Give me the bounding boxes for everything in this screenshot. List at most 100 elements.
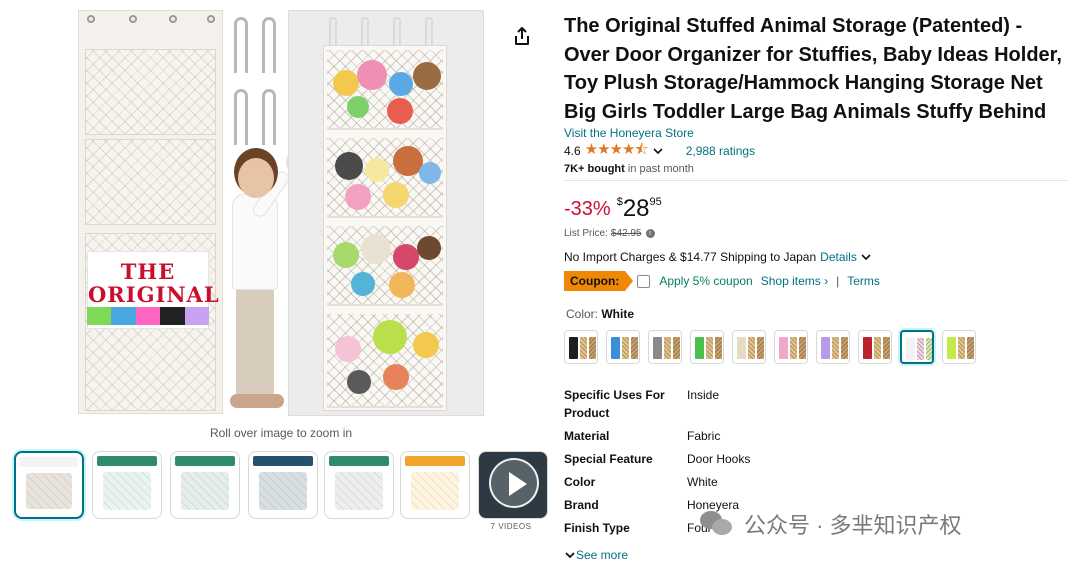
price-fraction: 95 — [649, 196, 662, 208]
thumbnail-2[interactable] — [92, 451, 162, 519]
net-pocket — [85, 139, 216, 225]
list-price: List Price: $42.95 i — [564, 228, 655, 239]
spec-value: Fabric — [687, 429, 721, 443]
apply-coupon-label[interactable]: Apply 5% coupon — [659, 274, 752, 288]
badge-line-2: ORIGINAL — [88, 282, 220, 307]
spec-label: Material — [564, 429, 610, 443]
net-shelf — [327, 50, 443, 130]
spec-label: Color — [564, 475, 596, 489]
stripe — [87, 307, 112, 325]
grommet-icon — [207, 15, 215, 23]
rating-value: 4.6 — [564, 144, 581, 158]
spec-value: White — [687, 475, 718, 489]
see-more-label: See more — [576, 548, 629, 562]
thumbnail-3[interactable] — [170, 451, 240, 519]
swatch-blue[interactable] — [606, 330, 640, 364]
bought-suffix: in past month — [624, 163, 694, 175]
stripe — [184, 307, 210, 325]
swatch-pink[interactable] — [774, 330, 808, 364]
swatch-lime[interactable] — [942, 330, 976, 364]
price-block: -33% $ 28 95 — [564, 194, 662, 224]
spec-label: Special Feature — [564, 452, 653, 466]
bought-count: 7K+ bought — [564, 163, 625, 175]
watermark: 公众号 · 多芈知识产权 — [700, 508, 962, 540]
zoom-hint: Roll over image to zoom in — [209, 426, 353, 440]
video-thumbnail[interactable] — [478, 451, 548, 519]
color-label: Color: — [566, 307, 602, 321]
selected-color: White — [601, 307, 635, 321]
door-hook-icon — [234, 17, 248, 73]
coupon-checkbox[interactable] — [637, 274, 651, 288]
shipping-details-link[interactable]: Details — [820, 250, 857, 264]
swatch-grey[interactable] — [648, 330, 682, 364]
main-product-image[interactable]: THE ORIGINAL — [78, 10, 484, 416]
net-shelf — [327, 314, 443, 408]
spec-label: Finish Type — [564, 521, 630, 535]
list-price-value: $42.95 — [610, 228, 642, 239]
coupon-row: Coupon: Apply 5% coupon Shop items › | T… — [564, 271, 880, 291]
spec-label: Brand — [564, 498, 599, 512]
spec-label: Specific Uses For Product — [564, 388, 665, 420]
door-hook-icon — [262, 89, 276, 145]
bought-in-past-month: 7K+ bought in past month — [564, 163, 694, 175]
stripe — [135, 307, 161, 325]
door-hook-icon — [262, 17, 276, 73]
share-icon — [515, 27, 529, 45]
grommet-icon — [87, 15, 95, 23]
thumbnail-5[interactable] — [324, 451, 394, 519]
coupon-badge: Coupon: — [564, 271, 634, 291]
shipping-text: No Import Charges & $14.77 Shipping to J… — [564, 250, 817, 264]
thumbnail-6[interactable] — [400, 451, 470, 519]
play-icon — [489, 458, 539, 508]
door-hook-icon — [234, 89, 248, 145]
grommet-icon — [129, 15, 137, 23]
ratings-count-link[interactable]: 2,988 ratings — [686, 144, 755, 158]
coupon-separator: | — [836, 274, 840, 288]
list-price-label: List Price: — [564, 228, 608, 239]
info-icon[interactable]: i — [645, 229, 655, 238]
door-hook-icon — [393, 17, 401, 47]
color-selection-label: Color: White — [566, 307, 634, 321]
see-more-link[interactable]: See more — [564, 548, 628, 562]
swatch-white[interactable] — [900, 330, 934, 364]
door-organizer-image — [288, 10, 484, 416]
swatch-red[interactable] — [858, 330, 892, 364]
swatch-purple[interactable] — [816, 330, 850, 364]
watermark-text: 公众号 · 多芈知识产权 — [744, 513, 962, 538]
net-shelf — [327, 226, 443, 306]
terms-link[interactable]: Terms — [847, 274, 880, 288]
discount-percent: -33% — [564, 198, 611, 220]
hanging-net — [323, 45, 447, 411]
price-whole: 28 — [622, 195, 650, 222]
door-hook-icon — [361, 17, 369, 47]
chevron-down-icon — [565, 552, 575, 559]
color-stripes — [87, 307, 210, 325]
thumbnail-1[interactable] — [14, 451, 84, 519]
stripe — [160, 307, 185, 325]
shop-items-link[interactable]: Shop items › — [761, 274, 828, 288]
net-pocket — [85, 49, 216, 135]
spec-value: Door Hooks — [687, 452, 751, 466]
door-hooks-image — [230, 15, 284, 145]
spec-value: Inside — [687, 388, 720, 402]
star-rating-icon[interactable]: ★★★★⯪ — [585, 139, 649, 164]
video-count: 7 VIDEOS — [490, 522, 532, 531]
stripe — [111, 307, 136, 325]
rating-row: 4.6 ★★★★⯪ 2,988 ratings — [564, 141, 755, 159]
swatch-black[interactable] — [564, 330, 598, 364]
chevron-down-icon[interactable] — [860, 251, 872, 263]
net-shelf — [327, 138, 443, 218]
organizer-panel-image: THE ORIGINAL — [78, 10, 223, 414]
swatch-beige[interactable] — [732, 330, 766, 364]
thumbnail-4[interactable] — [248, 451, 318, 519]
chevron-down-icon[interactable] — [652, 145, 664, 157]
door-hook-icon — [425, 17, 433, 47]
swatch-green[interactable] — [690, 330, 724, 364]
divider — [564, 180, 1068, 181]
badge-line-1: THE — [120, 259, 176, 284]
wechat-logo-icon — [700, 509, 734, 539]
product-title: The Original Stuffed Animal Storage (Pat… — [564, 15, 1062, 123]
share-button[interactable] — [508, 22, 536, 50]
grommet-icon — [169, 15, 177, 23]
shipping-info: No Import Charges & $14.77 Shipping to J… — [564, 250, 872, 264]
